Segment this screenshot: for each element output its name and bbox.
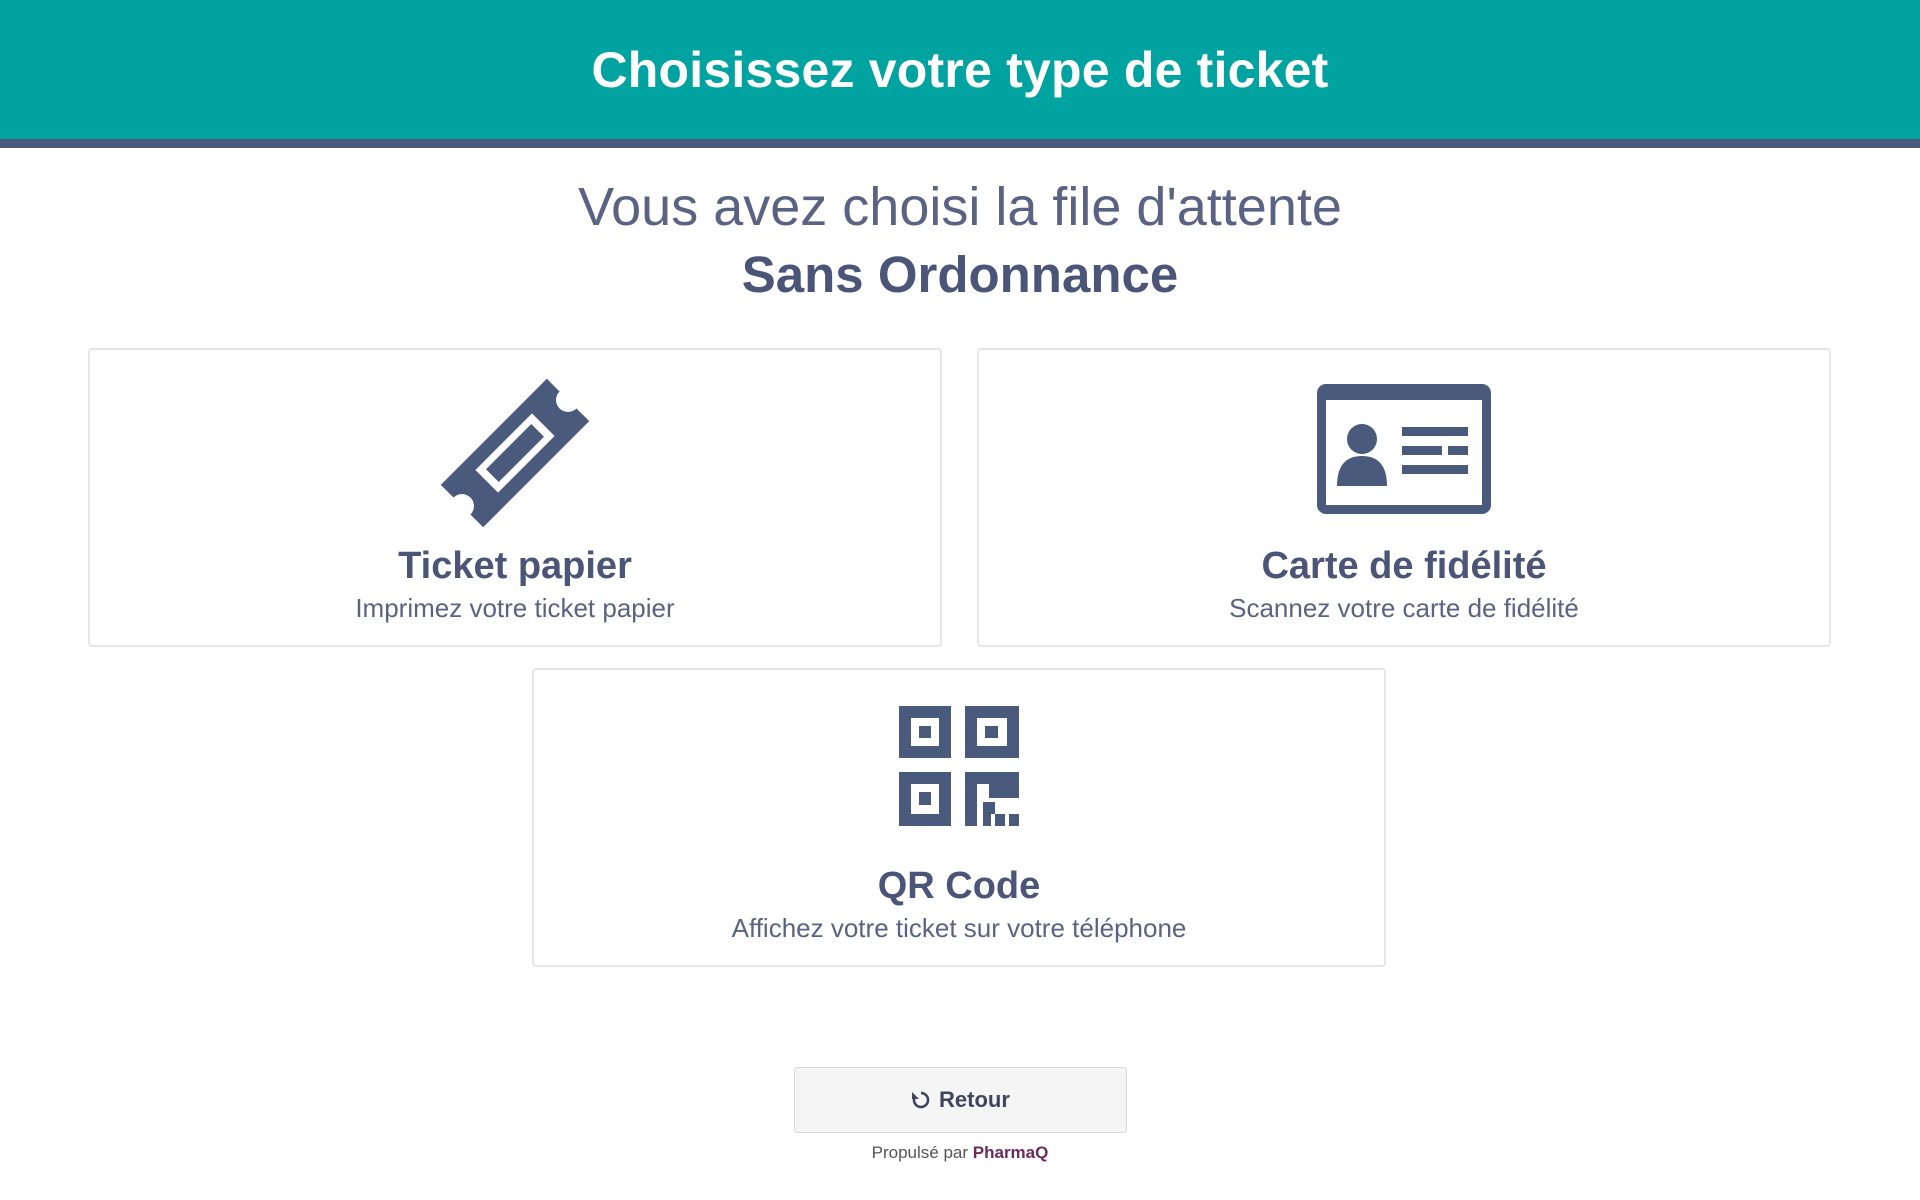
- option-title: Carte de fidélité: [1261, 545, 1547, 587]
- loyalty-card-option[interactable]: Carte de fidélité Scannez votre carte de…: [977, 348, 1831, 647]
- queue-intro: Vous avez choisi la file d'attente: [578, 177, 1342, 237]
- option-description: Scannez votre carte de fidélité: [1229, 593, 1579, 623]
- qr-code-icon: [534, 706, 1384, 826]
- option-description: Affichez votre ticket sur votre téléphon…: [731, 913, 1187, 943]
- ticket-icon: [90, 378, 940, 528]
- option-description: Imprimez votre ticket papier: [355, 593, 675, 623]
- qr-code-option[interactable]: QR Code Affichez votre ticket sur votre …: [532, 668, 1386, 967]
- id-card-icon: [979, 384, 1829, 514]
- page-title: Choisissez votre type de ticket: [591, 41, 1329, 98]
- footer: Propulsé par PharmaQ: [0, 1143, 1920, 1163]
- undo-icon: [911, 1090, 931, 1110]
- back-button-label: Retour: [939, 1087, 1010, 1112]
- back-button[interactable]: Retour: [794, 1067, 1127, 1133]
- option-title: Ticket papier: [398, 545, 632, 587]
- queue-name: Sans Ordonnance: [741, 246, 1179, 303]
- ticket-paper-option[interactable]: Ticket papier Imprimez votre ticket papi…: [88, 348, 942, 647]
- option-title: QR Code: [877, 865, 1041, 907]
- footer-brand-link[interactable]: PharmaQ: [973, 1143, 1049, 1162]
- footer-prefix: Propulsé par: [871, 1143, 969, 1162]
- page-header: Choisissez votre type de ticket: [0, 0, 1920, 148]
